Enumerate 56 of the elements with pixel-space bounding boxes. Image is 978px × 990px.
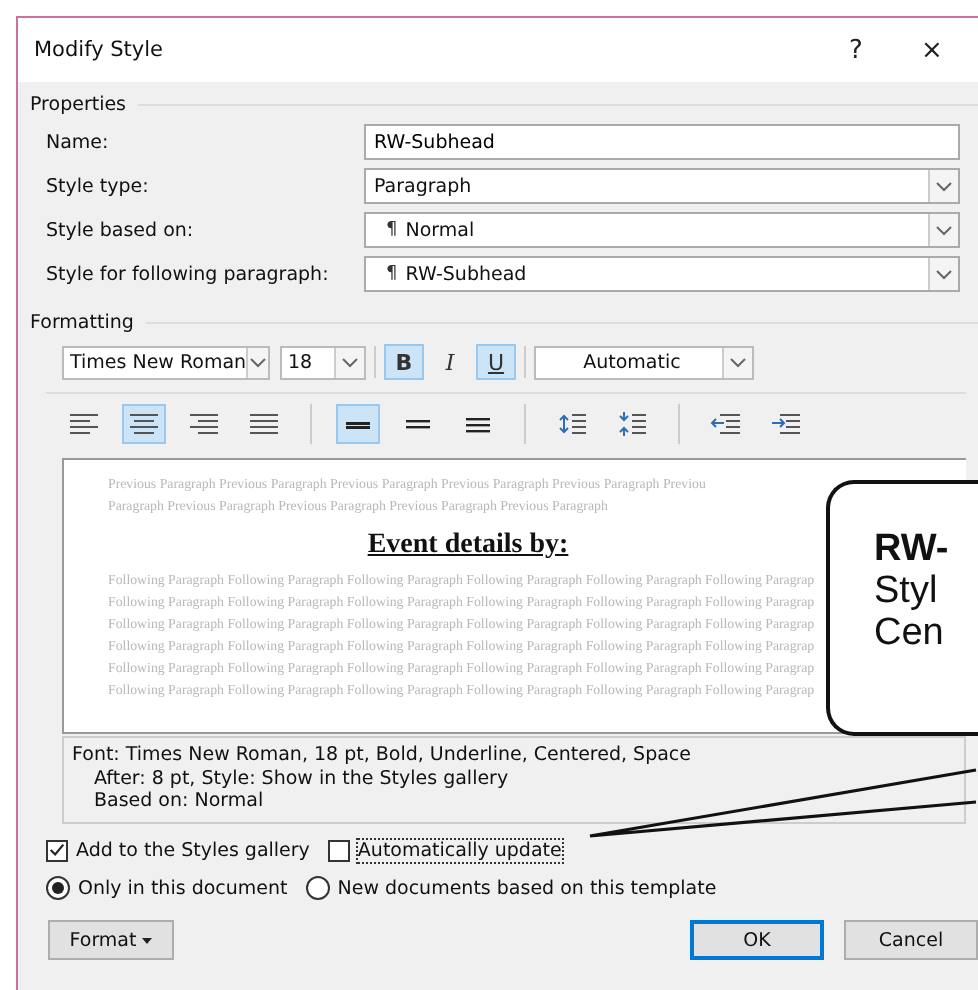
format-button[interactable]: Format <box>48 920 174 960</box>
checkbox-label: Add to the Styles gallery <box>76 839 310 861</box>
bold-button[interactable]: B <box>384 344 424 380</box>
decrease-indent-icon <box>708 410 744 438</box>
color-dropdown[interactable]: Automatic <box>534 345 754 379</box>
cancel-button[interactable]: Cancel <box>844 920 978 960</box>
italic-button[interactable]: I <box>430 344 470 380</box>
caret-icon <box>142 937 153 943</box>
section-heading: Properties <box>30 93 127 115</box>
align-right-icon <box>186 410 222 438</box>
underline-button[interactable]: U <box>476 344 516 380</box>
callout-text: RW- <box>874 528 951 570</box>
chevron-icon <box>730 357 746 367</box>
style-dropdown[interactable]: ¶ Normal <box>364 212 960 248</box>
radio-button[interactable] <box>46 876 70 900</box>
align-center-icon <box>126 410 162 438</box>
callout-text: Styl <box>874 570 940 612</box>
paragraph-spacing-icon <box>554 410 590 438</box>
field-label: Style based on: <box>46 219 196 241</box>
radio-button[interactable] <box>305 876 330 900</box>
chevron-icon <box>936 181 952 191</box>
sample-text: Event details by: <box>367 530 569 560</box>
font-dropdown[interactable]: Times New Roman <box>62 345 270 379</box>
justify-icon <box>246 410 282 438</box>
size-dropdown[interactable]: 18 <box>280 345 366 379</box>
chevron-icon <box>936 225 952 235</box>
checkbox-label: Automatically update <box>357 839 562 861</box>
checkbox[interactable] <box>46 839 68 861</box>
name-field[interactable]: RW-Subhead <box>364 124 960 160</box>
section-heading: Formatting <box>30 311 134 333</box>
paragraph-spacing-icon <box>614 410 650 438</box>
chevron-icon <box>936 269 952 279</box>
field-label: Style type: <box>46 175 151 197</box>
help-button[interactable]: ? <box>826 35 886 65</box>
pilcrow-icon: ¶ <box>386 220 398 240</box>
style-dropdown[interactable]: Paragraph <box>364 168 960 204</box>
chevron-icon <box>342 357 358 367</box>
increase-indent-icon <box>768 410 804 438</box>
description-text: Based on: Normal <box>92 790 266 813</box>
callout-text: Cen <box>874 612 946 654</box>
radio-label: Only in this document <box>78 877 288 899</box>
checkbox[interactable] <box>327 839 350 861</box>
align-left-icon <box>66 410 102 438</box>
align-center-button[interactable] <box>122 404 166 444</box>
field-label: Style for following paragraph: <box>46 263 331 285</box>
style-dropdown[interactable]: ¶ RW-Subhead <box>364 256 960 292</box>
window-title: Modify Style <box>34 38 164 62</box>
ok-button[interactable]: OK <box>690 920 824 960</box>
pilcrow-icon: ¶ <box>386 264 398 284</box>
field-label: Name: <box>46 131 111 153</box>
description-text: After: 8 pt, Style: Show in the Styles gallery <box>92 767 511 790</box>
radio-label: New documents based on this template <box>337 877 717 899</box>
chevron-icon <box>250 357 267 367</box>
description-text: Font: Times New Roman, 18 pt, Bold, Underline, Centered, Space <box>72 744 693 767</box>
close-button[interactable]: × <box>902 35 962 65</box>
single-spacing-button[interactable] <box>336 404 380 444</box>
